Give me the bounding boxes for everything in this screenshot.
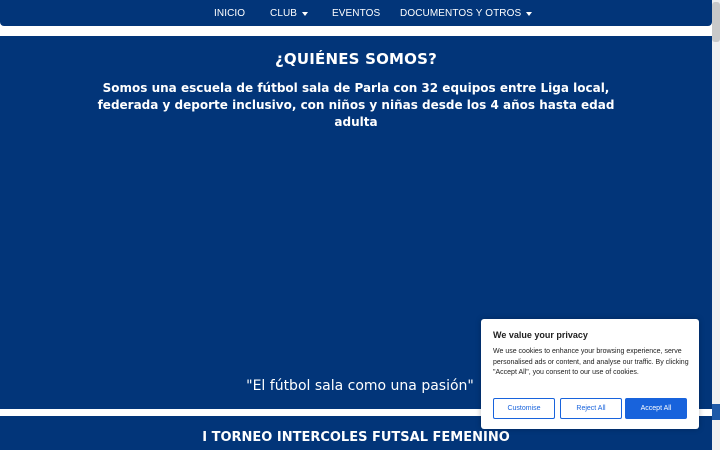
torneo-title: I TORNEO INTERCOLES FUTSAL FEMENINO bbox=[202, 430, 510, 445]
accept-all-button[interactable]: Accept All bbox=[625, 398, 687, 419]
nav-item-label: DOCUMENTOS Y OTROS bbox=[400, 8, 522, 19]
cookie-text: We use cookies to enhance your browsing … bbox=[493, 348, 689, 376]
nav-item-inicio[interactable]: INICIO bbox=[214, 8, 245, 19]
customise-button[interactable]: Customise bbox=[493, 398, 555, 419]
scrollbar-thumb[interactable] bbox=[712, 2, 720, 42]
scroll-to-top-button[interactable] bbox=[712, 404, 720, 420]
about-description: Somos una escuela de fútbol sala de Parl… bbox=[97, 81, 615, 129]
nav-item-documentos[interactable]: DOCUMENTOS Y OTROS bbox=[400, 8, 533, 19]
cookie-title: We value your privacy bbox=[493, 330, 588, 340]
cookie-consent-banner: We value your privacy We use cookies to … bbox=[481, 319, 699, 429]
nav-item-club[interactable]: CLUB bbox=[270, 8, 309, 19]
nav-item-label: CLUB bbox=[270, 8, 298, 19]
caret-down-icon bbox=[526, 11, 533, 16]
caret-down-icon bbox=[302, 11, 309, 16]
main-navbar: INICIO CLUB EVENTOS DOCUMENTOS Y OTROS bbox=[0, 0, 712, 26]
about-title: ¿QUIÉNES SOMOS? bbox=[274, 50, 438, 68]
nav-item-label: INICIO bbox=[214, 8, 246, 19]
reject-all-button[interactable]: Reject All bbox=[560, 398, 622, 419]
nav-item-label: EVENTOS bbox=[332, 8, 381, 19]
nav-item-eventos[interactable]: EVENTOS bbox=[332, 8, 380, 19]
